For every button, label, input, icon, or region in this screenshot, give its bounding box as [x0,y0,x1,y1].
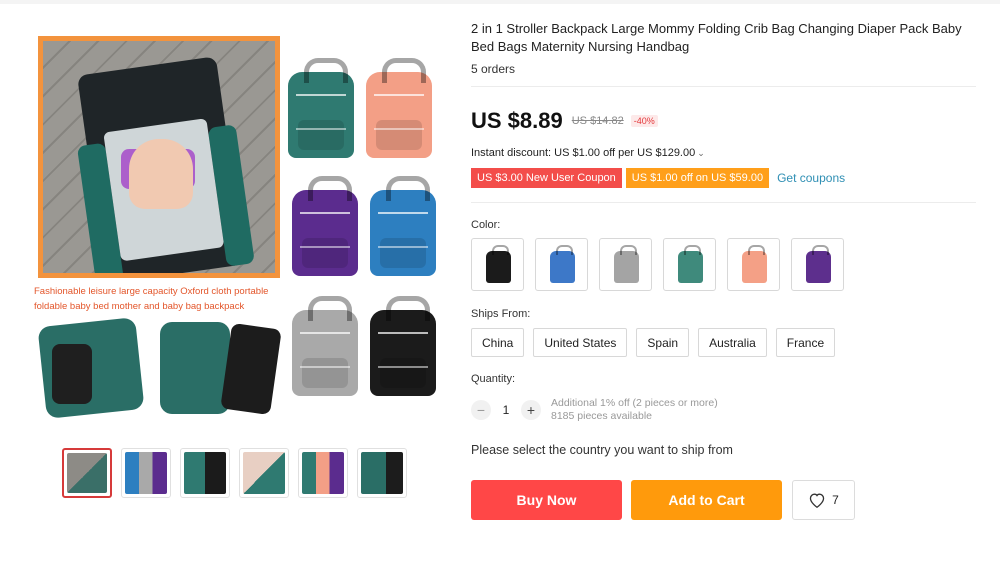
color-option-gray[interactable] [599,238,652,291]
top-border [0,0,1000,4]
color-option-black[interactable] [471,238,524,291]
color-option-blue[interactable] [535,238,588,291]
coupon-row: US $3.00 New User Coupon US $1.00 off on… [471,168,845,188]
ships-from-options: China United States Spain Australia Fran… [471,328,836,357]
quantity-stepper: − 1 + Additional 1% off (2 pieces or mor… [471,397,718,423]
wishlist-button[interactable]: 7 [792,480,855,520]
bag-black-image [370,296,436,396]
ship-country-message: Please select the country you want to sh… [471,443,733,457]
bag-purple-image [292,176,358,276]
wishlist-count: 7 [832,493,839,507]
quantity-label: Quantity: [471,373,516,385]
quantity-value[interactable]: 1 [491,403,521,417]
stock-available: 8185 pieces available [551,410,652,422]
quantity-note: Additional 1% off (2 pieces or more) 818… [551,397,718,423]
thumbnail-strip [62,448,407,498]
chevron-down-icon: ⌄ [697,148,705,158]
ships-from-label: Ships From: [471,308,531,320]
action-buttons: Buy Now Add to Cart 7 [471,480,855,520]
heart-icon [809,493,825,508]
discount-badge: -40% [630,115,658,127]
divider [471,86,976,87]
ship-option-australia[interactable]: Australia [698,328,767,357]
crib-photo [38,36,280,278]
color-option-pink[interactable] [727,238,780,291]
bag-gray-image [292,296,358,396]
color-option-green[interactable] [663,238,716,291]
order-count: 5 orders [471,62,516,76]
product-title: 2 in 1 Stroller Backpack Large Mommy Fol… [471,21,962,54]
plus-icon[interactable]: + [521,400,541,420]
minus-icon[interactable]: − [471,400,491,420]
thumbnail-6[interactable] [357,448,407,498]
ship-option-china[interactable]: China [471,328,525,357]
thumbnail-2[interactable] [121,448,171,498]
original-price: US $14.82 [571,115,624,127]
add-to-cart-button[interactable]: Add to Cart [631,480,782,520]
product-info: 2 in 1 Stroller Backpack Large Mommy Fol… [471,20,976,520]
thumbnail-3[interactable] [180,448,230,498]
image-caption: Fashionable leisure large capacity Oxfor… [34,286,269,312]
buy-now-button[interactable]: Buy Now [471,480,622,520]
divider [471,202,976,203]
new-user-coupon[interactable]: US $3.00 New User Coupon [471,168,622,188]
thumbnail-1[interactable] [62,448,112,498]
ship-option-spain[interactable]: Spain [636,328,690,357]
current-price: US $8.89 [471,108,563,133]
ship-option-france[interactable]: France [775,328,836,357]
bag-blue-image [370,176,436,276]
open-bag-image-2 [160,322,230,414]
bulk-discount-note: Additional 1% off (2 pieces or more) [551,397,718,409]
thumbnail-5[interactable] [298,448,348,498]
open-bag-inner-2 [220,322,282,416]
main-product-image[interactable]: Fashionable leisure large capacity Oxfor… [30,26,450,430]
ship-option-united-states[interactable]: United States [533,328,628,357]
instant-discount[interactable]: Instant discount: US $1.00 off per US $1… [471,147,705,159]
color-option-purple[interactable] [791,238,844,291]
thumbnail-4[interactable] [239,448,289,498]
color-options [471,238,844,291]
instant-discount-text: Instant discount: US $1.00 off per US $1… [471,147,696,159]
color-label: Color: [471,219,501,231]
open-bag-inner [52,344,92,404]
price-row: US $8.89 US $14.82 -40% [471,108,658,134]
get-coupons-link[interactable]: Get coupons [777,171,845,185]
bag-teal-image [288,58,354,158]
bag-pink-image [366,58,432,158]
store-coupon[interactable]: US $1.00 off on US $59.00 [625,168,770,188]
